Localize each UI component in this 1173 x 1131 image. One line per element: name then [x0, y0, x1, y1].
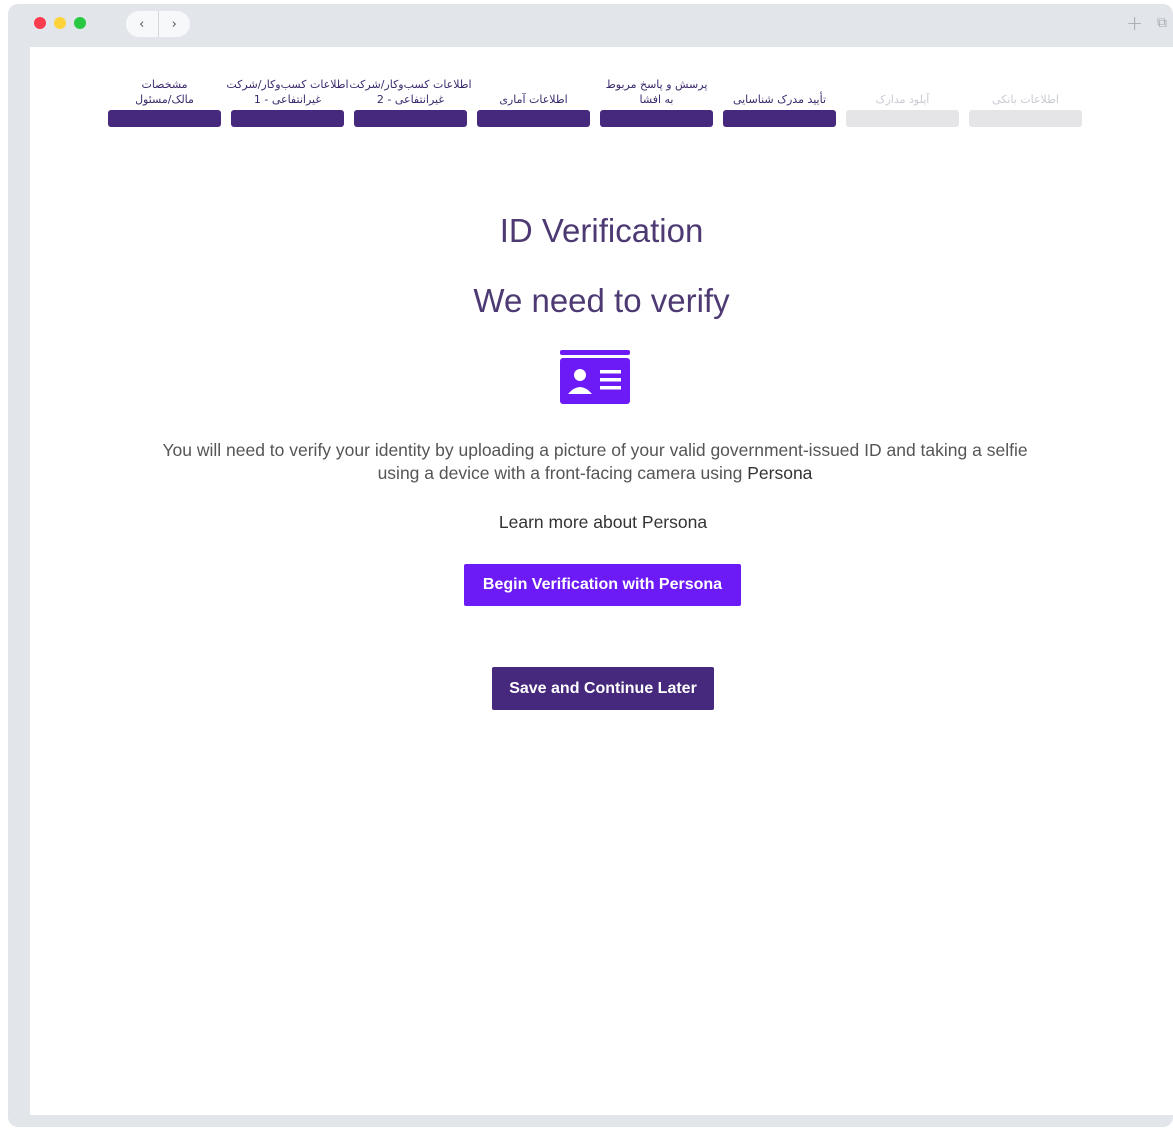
progress-step[interactable]: اطلاعات کسب‌وکار/شرکت غیرانتفاعی - 1: [226, 59, 349, 127]
browser-window: ‹ › + ⧉ مشخصات مالک/مسئول اطلاعات کسب‌وکا…: [8, 4, 1173, 1127]
progress-step: اطلاعات بانکی: [969, 59, 1082, 127]
minimize-window-button[interactable]: [54, 17, 66, 29]
maximize-window-button[interactable]: [74, 17, 86, 29]
begin-verification-button[interactable]: Begin Verification with Persona: [464, 564, 741, 606]
progress-step[interactable]: مشخصات مالک/مسئول: [108, 59, 221, 127]
page-subtitle: We need to verify: [473, 282, 730, 319]
history-nav: ‹ ›: [126, 11, 190, 37]
progress-step-label: پرسش و پاسخ مربوط به افشا: [605, 78, 708, 106]
tabs-overview-icon[interactable]: ⧉: [1157, 13, 1167, 33]
save-continue-later-button[interactable]: Save and Continue Later: [492, 667, 714, 710]
id-card-icon: [560, 350, 630, 404]
description-text: You will need to verify your identity by…: [162, 440, 1028, 483]
progress-step-bar: [846, 110, 959, 127]
persona-brand: Persona: [747, 463, 813, 483]
learn-more-link[interactable]: Learn more about Persona: [30, 512, 1173, 533]
progress-step-label: اطلاعات کسب‌وکار/شرکت غیرانتفاعی - 1: [226, 78, 349, 106]
progress-step-label: اطلاعات کسب‌وکار/شرکت غیرانتفاعی - 2: [349, 78, 472, 106]
progress-step-bar: [723, 110, 836, 127]
progress-step-label: آپلود مدارک: [875, 93, 930, 106]
close-window-button[interactable]: [34, 17, 46, 29]
progress-step-bar: [600, 110, 713, 127]
progress-step-label: اطلاعات آماری: [499, 93, 568, 106]
progress-step: آپلود مدارک: [846, 59, 959, 127]
progress-step[interactable]: اطلاعات آماری: [477, 59, 590, 127]
progress-stepper: مشخصات مالک/مسئول اطلاعات کسب‌وکار/شرکت غ…: [108, 59, 1088, 129]
browser-toolbar: ‹ › + ⧉: [8, 4, 1173, 46]
progress-step[interactable]: تأیید مدرک شناسایی: [723, 59, 836, 127]
progress-step-label: تأیید مدرک شناسایی: [732, 93, 827, 106]
progress-step-label: مشخصات مالک/مسئول: [135, 78, 194, 106]
new-tab-icon[interactable]: +: [1126, 13, 1143, 33]
page-content: مشخصات مالک/مسئول اطلاعات کسب‌وکار/شرکت غ…: [30, 47, 1173, 1115]
toolbar-actions: + ⧉: [1126, 13, 1167, 33]
progress-step-bar: [354, 110, 467, 127]
verification-description: You will need to verify your identity by…: [150, 439, 1040, 485]
progress-step-bar: [477, 110, 590, 127]
progress-step-bar: [231, 110, 344, 127]
progress-step-bar: [108, 110, 221, 127]
back-icon[interactable]: ‹: [126, 11, 159, 37]
progress-step-label: اطلاعات بانکی: [992, 93, 1059, 106]
forward-icon[interactable]: ›: [159, 11, 191, 37]
page-title: ID Verification: [499, 212, 704, 249]
progress-step[interactable]: اطلاعات کسب‌وکار/شرکت غیرانتفاعی - 2: [349, 59, 472, 127]
progress-step-bar: [969, 110, 1082, 127]
progress-step[interactable]: پرسش و پاسخ مربوط به افشا: [600, 59, 713, 127]
